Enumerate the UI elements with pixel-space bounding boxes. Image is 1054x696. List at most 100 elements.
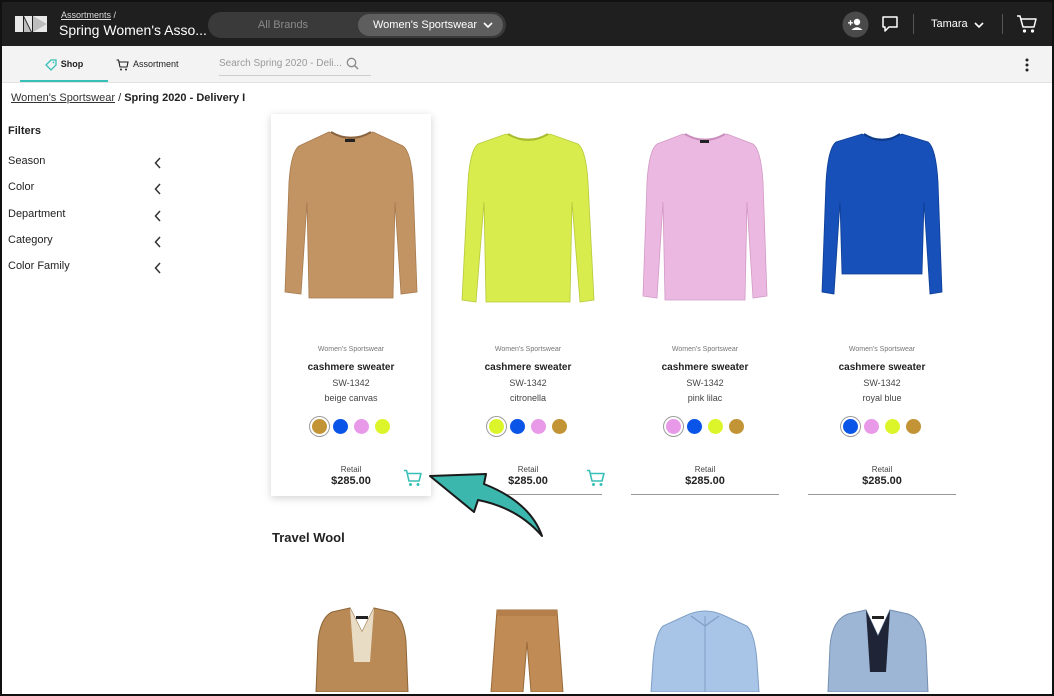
product-image[interactable]: [458, 122, 598, 312]
card-divider: [454, 494, 602, 495]
swatch-blue[interactable]: [333, 419, 348, 435]
product-image[interactable]: [281, 122, 421, 312]
color-swatches: [625, 418, 785, 436]
header-divider: [1002, 14, 1003, 34]
product-image[interactable]: [812, 122, 952, 312]
sub-navigation: Shop Assortment Search Spring 2020 - Del…: [2, 46, 1052, 83]
swatch-lime[interactable]: [708, 419, 723, 435]
product-brand: Women's Sportswear: [671, 346, 739, 353]
brand-toggle-selected[interactable]: Women's Sportswear: [358, 14, 503, 36]
brand-logo-icon[interactable]: [15, 15, 47, 33]
filter-label: Season: [8, 155, 46, 167]
swatch-lime[interactable]: [375, 419, 390, 435]
swatch-blue[interactable]: [843, 419, 858, 435]
app-frame: Assortments / Spring Women's Asso... All…: [0, 0, 1054, 696]
product-card[interactable]: Women's Sportswear cashmere sweater SW-1…: [802, 114, 962, 496]
filter-category[interactable]: Category: [8, 234, 164, 254]
chevron-down-icon[interactable]: [974, 20, 984, 30]
header-breadcrumb-sep: /: [113, 10, 117, 20]
tab-shop[interactable]: Shop: [20, 46, 108, 82]
product-price: $285.00: [685, 475, 725, 487]
product-card[interactable]: Women's Sportswear cashmere sweater SW-1…: [448, 114, 608, 496]
add-to-cart-icon[interactable]: [403, 469, 423, 487]
retail-label: Retail: [871, 465, 893, 474]
card-divider: [808, 494, 956, 495]
card-divider: [631, 494, 779, 495]
swatch-blue[interactable]: [510, 419, 525, 435]
swatch-pink[interactable]: [354, 419, 369, 435]
tag-icon: [44, 58, 57, 71]
product-image[interactable]: [635, 122, 775, 312]
header-breadcrumb-link[interactable]: Assortments: [61, 10, 111, 20]
product-price: $285.00: [508, 475, 548, 487]
chevron-down-icon: [483, 22, 493, 29]
filter-season[interactable]: Season: [8, 155, 164, 175]
swatch-lime[interactable]: [885, 419, 900, 435]
cart-icon: [116, 59, 129, 71]
color-swatches: [802, 418, 962, 436]
search-input[interactable]: Search Spring 2020 - Deli...: [219, 52, 371, 76]
product-card[interactable]: Women's Sportswear cashmere sweater SW-1…: [625, 114, 785, 496]
breadcrumb-sep: /: [118, 92, 122, 104]
search-icon[interactable]: [346, 57, 359, 70]
swatch-beige[interactable]: [552, 419, 567, 435]
color-swatches: [448, 418, 608, 436]
product-sku: SW-1342: [332, 378, 370, 388]
swatch-blue[interactable]: [687, 419, 702, 435]
product-name[interactable]: cashmere sweater: [802, 362, 962, 373]
tab-assortment-label: Assortment: [133, 59, 179, 69]
product-brand: Women's Sportswear: [494, 346, 562, 353]
sweater-body: [284, 131, 418, 299]
filter-department[interactable]: Department: [8, 208, 164, 228]
retail-label: Retail: [694, 465, 716, 474]
product-sku: SW-1342: [863, 378, 901, 388]
chevron-left-icon: [154, 210, 161, 222]
user-menu-label[interactable]: Tamara: [931, 18, 968, 30]
header-divider: [913, 14, 914, 34]
swatch-lime[interactable]: [489, 419, 504, 435]
swatch-beige[interactable]: [312, 419, 327, 435]
product-color-name: citronella: [509, 393, 547, 403]
color-swatches: [271, 418, 431, 436]
chevron-left-icon: [154, 236, 161, 248]
swatch-beige[interactable]: [906, 419, 921, 435]
sweater-body: [461, 133, 595, 303]
filter-color[interactable]: Color: [8, 181, 164, 201]
product-image[interactable]: [457, 602, 597, 692]
swatch-pink[interactable]: [666, 419, 681, 435]
product-name[interactable]: cashmere sweater: [448, 362, 608, 373]
section-title: Travel Wool: [272, 530, 345, 545]
product-brand: Women's Sportswear: [848, 346, 916, 353]
filter-label: Department: [8, 208, 66, 220]
retail-label: Retail: [517, 465, 539, 474]
cart-icon[interactable]: [1016, 14, 1038, 34]
brand-toggle-all[interactable]: All Brands: [208, 12, 358, 38]
product-image[interactable]: [292, 602, 432, 692]
breadcrumb: Women's Sportswear / Spring 2020 - Deliv…: [11, 92, 245, 104]
filter-color-family[interactable]: Color Family: [8, 260, 164, 280]
product-name[interactable]: cashmere sweater: [271, 362, 431, 373]
product-image[interactable]: [635, 602, 775, 692]
add-to-cart-icon[interactable]: [586, 469, 606, 487]
brand-toggle: All Brands Women's Sportswear: [208, 12, 506, 38]
header-breadcrumb: Assortments /: [61, 10, 116, 20]
swatch-beige[interactable]: [729, 419, 744, 435]
product-card[interactable]: Women's Sportswear cashmere sweater SW-1…: [271, 114, 431, 496]
page-title: Spring Women's Asso...: [59, 22, 207, 38]
swatch-pink[interactable]: [864, 419, 879, 435]
product-image[interactable]: [808, 602, 948, 692]
breadcrumb-current: Spring 2020 - Delivery I: [124, 92, 246, 104]
product-sku: SW-1342: [509, 378, 547, 388]
breadcrumb-link[interactable]: Women's Sportswear: [11, 92, 115, 104]
more-options-icon[interactable]: [1024, 58, 1030, 72]
product-brand: Women's Sportswear: [317, 346, 385, 353]
product-name[interactable]: cashmere sweater: [625, 362, 785, 373]
tab-assortment[interactable]: Assortment: [116, 46, 196, 82]
add-user-icon[interactable]: [842, 11, 869, 38]
swatch-pink[interactable]: [531, 419, 546, 435]
chat-icon[interactable]: [881, 15, 899, 33]
sweater-body: [821, 133, 943, 295]
filter-label: Color: [8, 181, 35, 193]
search-placeholder: Search Spring 2020 - Deli...: [219, 58, 342, 69]
product-color-name: pink lilac: [687, 393, 723, 403]
